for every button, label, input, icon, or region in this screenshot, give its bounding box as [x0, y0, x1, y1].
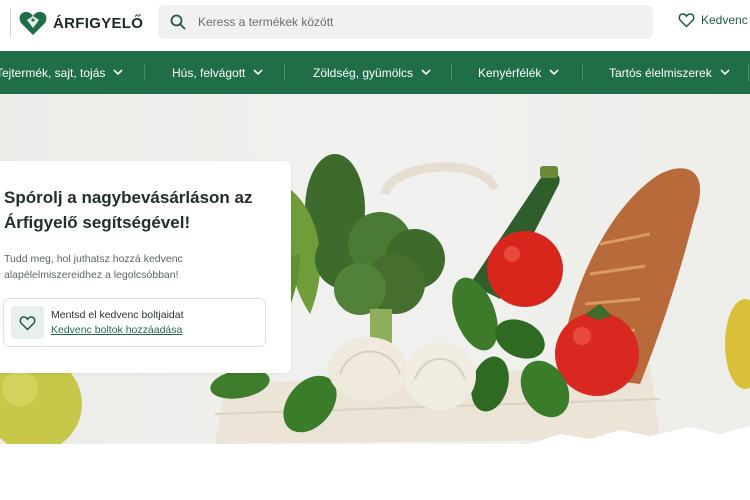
garlic: [328, 337, 408, 401]
nav-item-dairy[interactable]: Tejtermék, sajt, tojás: [0, 51, 123, 94]
brand-name: ÁRFIGYELŐ: [53, 14, 144, 32]
nav-item-pantry[interactable]: Tartós élelmiszerek: [609, 51, 730, 94]
chevron-down-icon: [113, 69, 123, 76]
save-stores-box[interactable]: Mentsd el kedvenc boltjaidat Kedvenc bol…: [3, 298, 266, 347]
site-header: ÁRFIGYELŐ Kedvenc b: [0, 0, 750, 51]
category-nav: Tejtermék, sajt, tojás Hús, felvágott Zö…: [0, 51, 750, 94]
tomato-large: [555, 312, 639, 396]
nav-label: Zöldség, gyümölcs: [313, 65, 414, 80]
chevron-down-icon: [549, 69, 559, 76]
favorites-label: Kedvenc b: [701, 13, 750, 27]
add-favorite-stores-link[interactable]: Kedvenc boltok hozzáadása: [51, 324, 182, 336]
nav-label: Hús, felvágott: [172, 65, 246, 80]
save-icon-box: [11, 306, 44, 339]
nav-item-bread[interactable]: Kenyérfélék: [478, 51, 559, 94]
nav-divider: [748, 64, 749, 81]
nav-divider: [284, 64, 285, 81]
nav-item-meat[interactable]: Hús, felvágott: [172, 51, 263, 94]
search-bar[interactable]: [158, 5, 653, 39]
hero-subtitle: Tudd meg, hol juthatsz hozzá kedvenc ala…: [4, 253, 183, 281]
nav-label: Tejtermék, sajt, tojás: [0, 65, 106, 80]
nav-divider: [582, 64, 583, 81]
hero-card: Spórolj a nagybevásárláson az Árfigyelő …: [0, 161, 291, 373]
heart-tag-icon: [19, 11, 47, 35]
chevron-down-icon: [253, 69, 263, 76]
logo[interactable]: ÁRFIGYELŐ: [10, 8, 143, 38]
nav-divider: [451, 64, 452, 81]
chevron-down-icon: [421, 69, 431, 76]
tomato: [487, 231, 563, 307]
nav-item-vegetables[interactable]: Zöldség, gyümölcs: [313, 51, 431, 94]
favorites-link[interactable]: Kedvenc b: [678, 12, 750, 28]
garlic-2: [404, 342, 476, 410]
content-section: [0, 444, 750, 500]
search-input[interactable]: [196, 14, 640, 30]
bag-handle: [380, 162, 500, 196]
heart-icon: [678, 13, 695, 28]
nav-divider: [144, 64, 145, 81]
nav-label: Kenyérfélék: [478, 65, 542, 80]
chevron-down-icon: [720, 69, 730, 76]
nav-label: Tartós élelmiszerek: [609, 65, 712, 80]
hero-title: Spórolj a nagybevásárláson az Árfigyelő …: [4, 188, 253, 232]
save-stores-title: Mentsd el kedvenc boltjaidat: [51, 309, 184, 321]
search-icon: [170, 14, 186, 30]
heart-outline-icon: [19, 315, 36, 331]
pear: [725, 299, 750, 389]
